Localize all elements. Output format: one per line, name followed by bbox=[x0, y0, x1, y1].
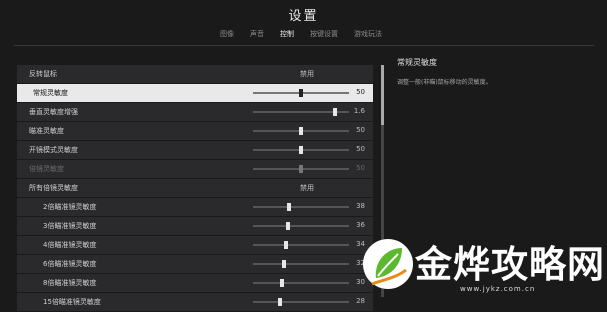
settings-row[interactable]: 15倍瞄准镜灵敏度 28 bbox=[17, 293, 373, 311]
settings-row[interactable]: 开镜模式灵敏度 50 bbox=[17, 141, 373, 159]
setting-label: 2倍瞄准镜灵敏度 bbox=[43, 203, 97, 211]
setting-slider[interactable] bbox=[253, 241, 349, 249]
settings-row[interactable]: 3倍瞄准镜灵敏度 36 bbox=[17, 217, 373, 235]
setting-label: 4倍瞄准镜灵敏度 bbox=[43, 241, 97, 249]
setting-value: 50 bbox=[356, 164, 365, 172]
setting-label: 所有倍镜灵敏度 bbox=[29, 184, 78, 192]
slider-thumb[interactable] bbox=[299, 89, 303, 97]
setting-label: 瞄准灵敏度 bbox=[29, 127, 64, 135]
setting-toggle-value[interactable]: 禁用 bbox=[300, 69, 314, 79]
setting-label: 反转鼠标 bbox=[29, 70, 57, 78]
setting-label: 常规灵敏度 bbox=[33, 89, 68, 97]
settings-tabs: 图像 声音 控制 按键设置 游戏玩法 bbox=[212, 27, 390, 41]
slider-thumb[interactable] bbox=[287, 203, 292, 211]
scrollbar-thumb[interactable] bbox=[381, 65, 384, 125]
setting-label: 6倍瞄准镜灵敏度 bbox=[43, 260, 97, 268]
setting-value: 1.6 bbox=[353, 107, 365, 115]
slider-thumb[interactable] bbox=[299, 165, 303, 173]
setting-slider[interactable] bbox=[253, 260, 349, 268]
slider-thumb[interactable] bbox=[281, 260, 286, 268]
watermark-text: 金烨攻略网 bbox=[415, 243, 605, 286]
setting-value: 36 bbox=[356, 221, 365, 229]
settings-row[interactable]: 反转鼠标 禁用 bbox=[17, 65, 373, 83]
tab-gameplay[interactable]: 游戏玩法 bbox=[346, 27, 390, 41]
setting-label: 倍镜灵敏度 bbox=[29, 165, 64, 173]
leaf-logo-icon bbox=[363, 239, 413, 289]
description-title: 常规灵敏度 bbox=[397, 58, 437, 67]
setting-value: 50 bbox=[356, 88, 365, 96]
setting-value: 50 bbox=[356, 126, 365, 134]
setting-value: 50 bbox=[356, 145, 365, 153]
page-title: 设置 bbox=[288, 9, 319, 24]
watermark-url: www.jykz.com.cn bbox=[460, 285, 536, 293]
setting-slider[interactable] bbox=[253, 203, 349, 211]
slider-thumb[interactable] bbox=[332, 108, 337, 116]
header-divider bbox=[14, 45, 594, 46]
slider-thumb[interactable] bbox=[299, 127, 303, 135]
setting-label: 垂直灵敏度增强 bbox=[29, 108, 78, 116]
slider-thumb[interactable] bbox=[279, 279, 284, 287]
slider-thumb[interactable] bbox=[285, 222, 290, 230]
settings-row[interactable]: 瞄准灵敏度 50 bbox=[17, 122, 373, 140]
setting-value: 38 bbox=[356, 202, 365, 210]
slider-thumb[interactable] bbox=[277, 298, 282, 306]
settings-row[interactable]: 所有倍镜灵敏度 禁用 bbox=[17, 179, 373, 197]
setting-slider[interactable] bbox=[253, 298, 349, 306]
tab-sound[interactable]: 声音 bbox=[242, 27, 272, 41]
setting-slider[interactable] bbox=[253, 279, 349, 287]
settings-row[interactable]: 6倍瞄准镜灵敏度 32 bbox=[17, 255, 373, 273]
setting-slider[interactable] bbox=[253, 127, 349, 135]
setting-slider[interactable] bbox=[253, 222, 349, 230]
setting-slider[interactable] bbox=[253, 89, 349, 97]
tab-keybindings[interactable]: 按键设置 bbox=[302, 27, 346, 41]
setting-label: 开镜模式灵敏度 bbox=[29, 146, 78, 154]
setting-label: 8倍瞄准镜灵敏度 bbox=[43, 279, 97, 287]
settings-row[interactable]: 垂直灵敏度增强 1.6 bbox=[17, 103, 373, 121]
settings-row[interactable]: 常规灵敏度 50 bbox=[17, 84, 373, 102]
watermark: 金烨攻略网 www.jykz.com.cn bbox=[360, 230, 607, 299]
settings-row[interactable]: 8倍瞄准镜灵敏度 30 bbox=[17, 274, 373, 292]
setting-toggle-value[interactable]: 禁用 bbox=[300, 183, 314, 193]
settings-list: 反转鼠标 禁用 常规灵敏度 50 垂直灵敏度增强 1.6 瞄准灵敏度 50 开镜模式灵敏度 50 倍… bbox=[17, 65, 373, 312]
setting-slider[interactable] bbox=[253, 108, 349, 116]
setting-label: 3倍瞄准镜灵敏度 bbox=[43, 222, 97, 230]
setting-slider[interactable] bbox=[253, 146, 349, 154]
settings-row[interactable]: 4倍瞄准镜灵敏度 34 bbox=[17, 236, 373, 254]
settings-row[interactable]: 倍镜灵敏度 50 bbox=[17, 160, 373, 178]
tab-controls[interactable]: 控制 bbox=[272, 27, 302, 41]
slider-thumb[interactable] bbox=[283, 241, 288, 249]
slider-thumb[interactable] bbox=[299, 146, 303, 154]
description-body: 调整一般(非瞄)鼠标移动的灵敏度。 bbox=[397, 79, 492, 86]
tab-graphics[interactable]: 图像 bbox=[212, 27, 242, 41]
settings-row[interactable]: 2倍瞄准镜灵敏度 38 bbox=[17, 198, 373, 216]
setting-slider[interactable] bbox=[253, 165, 349, 173]
